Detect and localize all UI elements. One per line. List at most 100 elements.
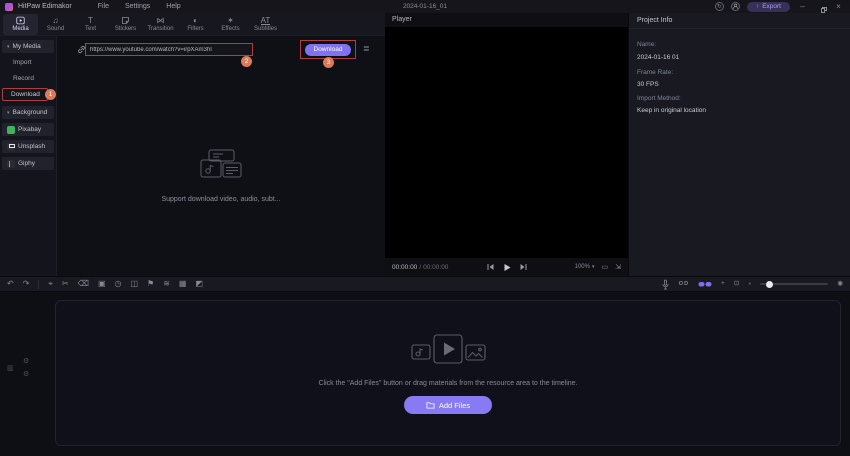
sidebar-item-giphy[interactable]: Giphy bbox=[2, 157, 54, 170]
text-icon: T bbox=[88, 16, 93, 25]
tab-stickers[interactable]: Stickers bbox=[108, 14, 143, 35]
tab-effects[interactable]: ✶ Effects bbox=[213, 14, 248, 35]
export-arrow-icon: ↑ bbox=[755, 3, 760, 10]
effects-icon: ✶ bbox=[227, 16, 234, 25]
player-title: Player bbox=[392, 16, 412, 23]
sidebar-giphy-label: Giphy bbox=[18, 160, 35, 167]
align-icon[interactable]: + bbox=[721, 277, 725, 291]
mask-tool-icon[interactable]: ◩ bbox=[195, 277, 203, 291]
split-tool-icon[interactable]: ✂ bbox=[62, 277, 69, 291]
tab-filters-label: Filters bbox=[187, 26, 204, 32]
select-tool-icon[interactable]: ⌖ bbox=[48, 277, 53, 291]
sidebar-unsplash-label: Unsplash bbox=[18, 143, 46, 150]
marker-tool-icon[interactable]: ⚑ bbox=[147, 277, 154, 291]
sidebar-item-background[interactable]: ▾ Background bbox=[2, 106, 54, 119]
caret-down-icon: ▾ bbox=[7, 109, 10, 116]
media-sidebar: ▾ My Media Import Record Download 1 ▾ Ba… bbox=[0, 36, 57, 276]
tab-media-label: Media bbox=[12, 26, 29, 32]
play-button[interactable] bbox=[502, 263, 511, 272]
grid-tool-icon[interactable]: ▦ bbox=[179, 277, 187, 291]
microphone-icon[interactable] bbox=[661, 279, 670, 290]
stickers-icon bbox=[121, 16, 130, 25]
undo-icon[interactable]: ↶ bbox=[7, 277, 14, 291]
frame-rate-value: 30 FPS bbox=[637, 81, 659, 88]
sidebar-item-download[interactable]: Download bbox=[2, 88, 48, 101]
time-separator: / bbox=[419, 263, 422, 271]
next-frame-button[interactable] bbox=[519, 263, 527, 271]
prev-frame-button[interactable] bbox=[486, 263, 494, 271]
crop-tool-icon[interactable]: ▣ bbox=[98, 277, 106, 291]
speed-tool-icon[interactable]: ◷ bbox=[115, 277, 122, 291]
minimize-button[interactable]: – bbox=[797, 0, 808, 13]
sidebar-pixabay-label: Pixabay bbox=[18, 126, 42, 133]
redo-icon[interactable]: ↷ bbox=[23, 277, 30, 291]
zoom-out-icon[interactable]: ● bbox=[748, 281, 751, 287]
project-info-panel: Project Info Name: 2024-01-16 01 Frame R… bbox=[628, 13, 850, 276]
delete-tool-icon[interactable]: ⌫ bbox=[78, 277, 89, 291]
sidebar-item-unsplash[interactable]: Unsplash bbox=[2, 140, 54, 153]
tab-transition-label: Transition bbox=[147, 26, 174, 32]
download-button[interactable]: Download bbox=[305, 43, 351, 56]
tab-effects-label: Effects bbox=[221, 26, 240, 32]
tab-filters[interactable]: ◐ Filters bbox=[178, 14, 213, 35]
ribbon-tabs: Media ♫ Sound T Text Stickers ⋈ Transiti… bbox=[0, 13, 385, 36]
transition-icon: ⋈ bbox=[156, 16, 165, 25]
link-tracks-icon[interactable]: OD bbox=[679, 281, 689, 287]
audio-tool-icon[interactable]: ≋ bbox=[163, 277, 170, 291]
media-files-illustration bbox=[200, 149, 242, 178]
tab-media[interactable]: Media bbox=[3, 13, 38, 35]
media-icon bbox=[16, 16, 25, 25]
tab-text[interactable]: T Text bbox=[73, 14, 108, 35]
import-method-value: Keep in original location bbox=[637, 107, 707, 114]
app-logo-icon bbox=[5, 2, 13, 11]
fullscreen-icon[interactable]: ⇲ bbox=[615, 263, 621, 271]
menu-help[interactable]: Help bbox=[166, 3, 180, 10]
track-settings-icon[interactable]: ⚙ bbox=[23, 358, 29, 366]
app-window: HitPaw Edimakor File Settings Help 2024-… bbox=[0, 0, 850, 456]
track-tile-icon[interactable]: ▥ bbox=[7, 365, 14, 373]
aspect-ratio-icon[interactable]: ▭ bbox=[602, 263, 609, 271]
tab-sound[interactable]: ♫ Sound bbox=[38, 14, 73, 35]
account-icon[interactable] bbox=[730, 2, 740, 11]
timeline-area: ▥ ⚙ ⚙ Click the "Add Files" button or dr… bbox=[0, 292, 850, 456]
annotation-step-1-badge: 1 bbox=[45, 89, 56, 100]
video-url-input[interactable] bbox=[85, 43, 253, 56]
fit-timeline-icon[interactable]: ◉ bbox=[837, 277, 843, 291]
track-settings-icon-2[interactable]: ⚙ bbox=[23, 371, 29, 379]
close-button[interactable]: × bbox=[833, 0, 844, 13]
sound-icon: ♫ bbox=[52, 16, 59, 25]
add-files-button[interactable]: Add Files bbox=[404, 396, 492, 414]
sidebar-item-import[interactable]: Import bbox=[2, 56, 54, 69]
player-controls: 00:00:00 / 00:00:00 100% ▾ ▭ ⇲ bbox=[385, 258, 628, 276]
name-label: Name: bbox=[637, 41, 657, 48]
timeline-empty-state[interactable]: Click the "Add Files" button or drag mat… bbox=[55, 300, 841, 446]
tab-transition[interactable]: ⋈ Transition bbox=[143, 14, 178, 35]
download-list-icon[interactable]: ≣ bbox=[363, 44, 370, 54]
toolbar-divider bbox=[38, 279, 40, 289]
subtitles-icon: AT bbox=[260, 15, 271, 25]
update-icon[interactable]: ↻ bbox=[714, 2, 724, 11]
add-files-illustration bbox=[411, 334, 486, 364]
sidebar-item-record[interactable]: Record bbox=[2, 72, 54, 85]
export-label: Export bbox=[762, 3, 781, 10]
viewport-icon[interactable]: ⊡ bbox=[734, 277, 739, 291]
sidebar-item-my-media[interactable]: ▾ My Media bbox=[2, 40, 54, 53]
zoom-level-dropdown[interactable]: 100% ▾ bbox=[575, 264, 595, 270]
pip-tool-icon[interactable]: ◫ bbox=[130, 277, 138, 291]
sidebar-item-pixabay[interactable]: Pixabay bbox=[2, 123, 54, 136]
timeline-zoom-slider[interactable] bbox=[760, 280, 829, 288]
giphy-icon bbox=[7, 159, 15, 168]
tab-stickers-label: Stickers bbox=[114, 26, 137, 32]
tab-subtitles[interactable]: AT Subtitles bbox=[248, 14, 283, 35]
download-panel: 2 Download 3 ≣ Support download video, a… bbox=[57, 36, 385, 276]
zoom-slider-handle[interactable] bbox=[766, 280, 774, 288]
zoom-level-value: 100% bbox=[574, 264, 590, 270]
magnet-snap-icon[interactable] bbox=[698, 280, 712, 288]
export-button[interactable]: ↑ Export bbox=[746, 1, 790, 12]
annotation-step-2-badge: 2 bbox=[241, 56, 252, 67]
menu-file[interactable]: File bbox=[98, 3, 109, 10]
folder-plus-icon bbox=[426, 402, 435, 409]
video-preview[interactable] bbox=[385, 27, 628, 258]
menu-settings[interactable]: Settings bbox=[125, 3, 150, 10]
caret-down-icon: ▾ bbox=[7, 43, 10, 50]
